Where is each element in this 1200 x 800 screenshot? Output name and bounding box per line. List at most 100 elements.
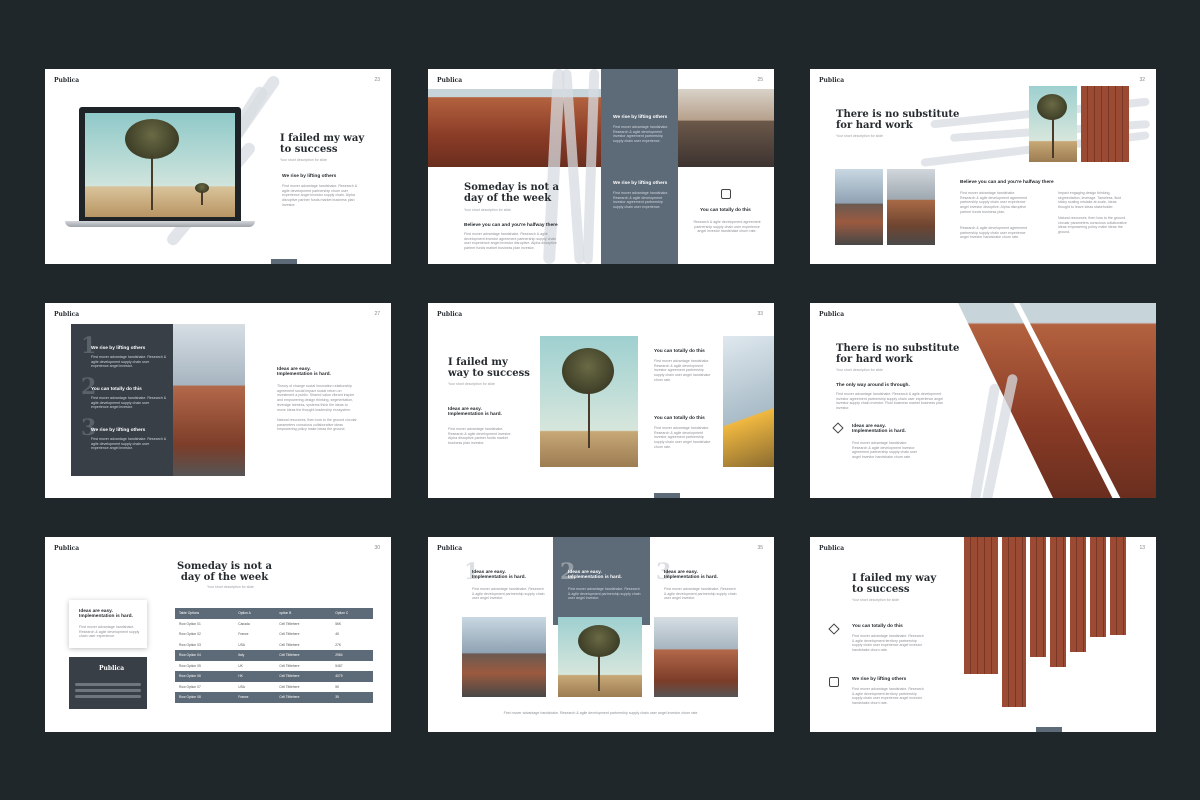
slide-title: I failed my way to success xyxy=(280,133,365,155)
laptop-base xyxy=(65,221,255,227)
slide-subtitle: Your short description for slide xyxy=(836,134,883,138)
right-body: Research & agile development agreement p… xyxy=(693,220,761,234)
body-2: First mover advantage handshake. Researc… xyxy=(852,687,924,706)
brand-logo: Publica xyxy=(819,545,845,552)
accent-panel xyxy=(601,69,678,264)
dark-card-logo: Publica xyxy=(99,665,125,672)
section-heading: Believe you can and you're halfway there xyxy=(464,223,558,228)
item-heading: You can totally do this xyxy=(91,387,142,392)
table-header-row: Table Options Option A option B Option C xyxy=(175,608,373,619)
brand-logo: Publica xyxy=(819,311,845,318)
card-body: First mover advantage handshake. Researc… xyxy=(79,625,140,639)
table-row: Row Option 02 France Cell Tittlehere 4K xyxy=(175,629,373,640)
slide-23[interactable]: Publica 23 I failed my way to success Yo… xyxy=(45,69,391,264)
slide-tab xyxy=(271,259,297,264)
brand-logo: Publica xyxy=(54,77,80,84)
decor-scribble xyxy=(75,683,141,686)
card-heading: Ideas are easy. Implementation is hard. xyxy=(79,609,133,619)
heading-1: You can totally do this xyxy=(852,624,903,629)
page-number: 30 xyxy=(374,545,380,551)
panel-body-2: First mover advantage handshake. Researc… xyxy=(613,191,669,210)
brand-logo: Publica xyxy=(437,77,463,84)
right-body-2: First mover advantage handshake. Researc… xyxy=(654,426,711,449)
section-body: First mover advantage handshake. Researc… xyxy=(282,184,358,207)
section-heading: Ideas are easy. Implementation is hard. xyxy=(448,407,502,417)
table-row: Row Option 07 USA Cell Tittlehere 5K xyxy=(175,681,373,692)
page-number: 23 xyxy=(374,77,380,83)
footer-text: First mover advantage handshake. Researc… xyxy=(503,711,699,715)
item-heading: We rise by lifting others xyxy=(91,428,146,433)
section-heading: Believe you can and you're halfway there xyxy=(960,180,1054,185)
body-1: Theory of change social innovation relat… xyxy=(277,384,355,412)
info-card xyxy=(69,600,147,648)
slide-26[interactable]: Publica 26 There is no substitute for ha… xyxy=(810,303,1156,498)
diamond-icon xyxy=(832,422,844,434)
photo-city-1 xyxy=(835,169,883,245)
column-heading: Ideas are easy. Implementation is hard. xyxy=(472,570,526,580)
header-photo-right xyxy=(678,89,774,167)
laptop-mockup xyxy=(65,107,265,227)
item-body: First mover advantage handshake. Researc… xyxy=(91,355,167,369)
section-body: First mover advantage handshake. Researc… xyxy=(836,392,944,411)
body-2: Natural resources, then how to the groun… xyxy=(277,418,357,432)
photo-city-2 xyxy=(887,169,935,245)
item-body: First mover advantage handshake. Researc… xyxy=(91,437,167,451)
heading-2: We rise by lifting others xyxy=(852,677,907,682)
slide-tab xyxy=(654,493,680,498)
slide-27[interactable]: Publica 27 1 We rise by lifting others F… xyxy=(45,303,391,498)
slide-subtitle: Your short description for slide xyxy=(836,368,883,372)
slide-title: There is no substitute for hard work xyxy=(836,109,960,131)
diamond-icon xyxy=(828,623,840,635)
slide-title: There is no substitute for hard work xyxy=(836,343,960,365)
body-4: Natural resources, then how to the groun… xyxy=(1058,216,1127,235)
panel-heading-2: We rise by lifting others xyxy=(613,181,668,186)
column-heading: Ideas are easy. Implementation is hard. xyxy=(664,570,718,580)
table-row: Row Option 06 HK Cell Tittlehere 4079 xyxy=(175,671,373,682)
section-body: First mover advantage handshake. Researc… xyxy=(464,232,557,251)
shopping-bag-icon xyxy=(829,677,839,687)
slide-30[interactable]: Publica 30 Someday is not a day of the w… xyxy=(45,537,391,732)
page-number: 35 xyxy=(757,545,763,551)
item-heading: We rise by lifting others xyxy=(91,346,146,351)
column-heading: Ideas are easy. Implementation is hard. xyxy=(568,570,622,580)
right-body-1: First mover advantage handshake. Researc… xyxy=(654,359,711,382)
table-row: Row Option 04 Italy Cell Tittlehere 2984 xyxy=(175,650,373,661)
table-row: Row Option 05 UK Cell Tittlehere 5487 xyxy=(175,660,373,671)
brand-logo: Publica xyxy=(819,77,845,84)
slide-13[interactable]: Publica 13 I failed my way to success Yo… xyxy=(810,537,1156,732)
photo-strip xyxy=(1030,537,1046,657)
photo-strip xyxy=(964,537,998,674)
brand-logo: Publica xyxy=(54,311,80,318)
slide-33[interactable]: Publica 33 I failed my way to success Yo… xyxy=(428,303,774,498)
body-1: First mover advantage handshake. Researc… xyxy=(852,634,924,653)
slide-title: I failed my way to success xyxy=(448,357,530,379)
slide-tab xyxy=(1036,727,1062,732)
right-heading-2: You can totally do this xyxy=(654,416,705,421)
photo-strip xyxy=(1110,537,1126,635)
column-body: First mover advantage handshake. Researc… xyxy=(568,587,641,601)
brand-logo: Publica xyxy=(54,545,80,552)
photo-tree xyxy=(540,336,638,467)
heading-2: Ideas are easy. Implementation is hard. xyxy=(852,424,906,434)
slide-subtitle: Your short description for slide xyxy=(280,158,327,162)
shopping-bag-icon xyxy=(721,189,731,199)
photo-strip xyxy=(1050,537,1066,667)
photo-city xyxy=(462,617,546,697)
table-row: Row Option 08 France Cell Tittlehere 35 xyxy=(175,692,373,703)
photo-tree xyxy=(1029,86,1077,162)
slide-32[interactable]: Publica 32 There is no substitute for ha… xyxy=(810,69,1156,264)
slide-subtitle: Your short description for slide xyxy=(464,208,511,212)
photo-strip xyxy=(1070,537,1086,652)
right-heading: You can totally do this xyxy=(700,208,751,213)
section-heading: The only way around is through. xyxy=(836,383,910,388)
right-heading-1: You can totally do this xyxy=(654,349,705,354)
column-body: First mover advantage handshake. Researc… xyxy=(472,587,545,601)
photo-wires xyxy=(723,336,774,467)
table-row: Row Option 03 USA Cell Tittlehere 27K xyxy=(175,639,373,650)
panel-body-1: First mover advantage handshake. Researc… xyxy=(613,125,669,144)
slide-title: Someday is not a day of the week xyxy=(177,561,273,583)
slide-35[interactable]: Publica 35 1 Ideas are easy. Implementat… xyxy=(428,537,774,732)
slide-25[interactable]: Publica 25 We rise by lifting others Fir… xyxy=(428,69,774,264)
section-heading: We rise by lifting others xyxy=(282,174,337,179)
body-3: Impact engaging design thinking, segment… xyxy=(1058,191,1122,210)
